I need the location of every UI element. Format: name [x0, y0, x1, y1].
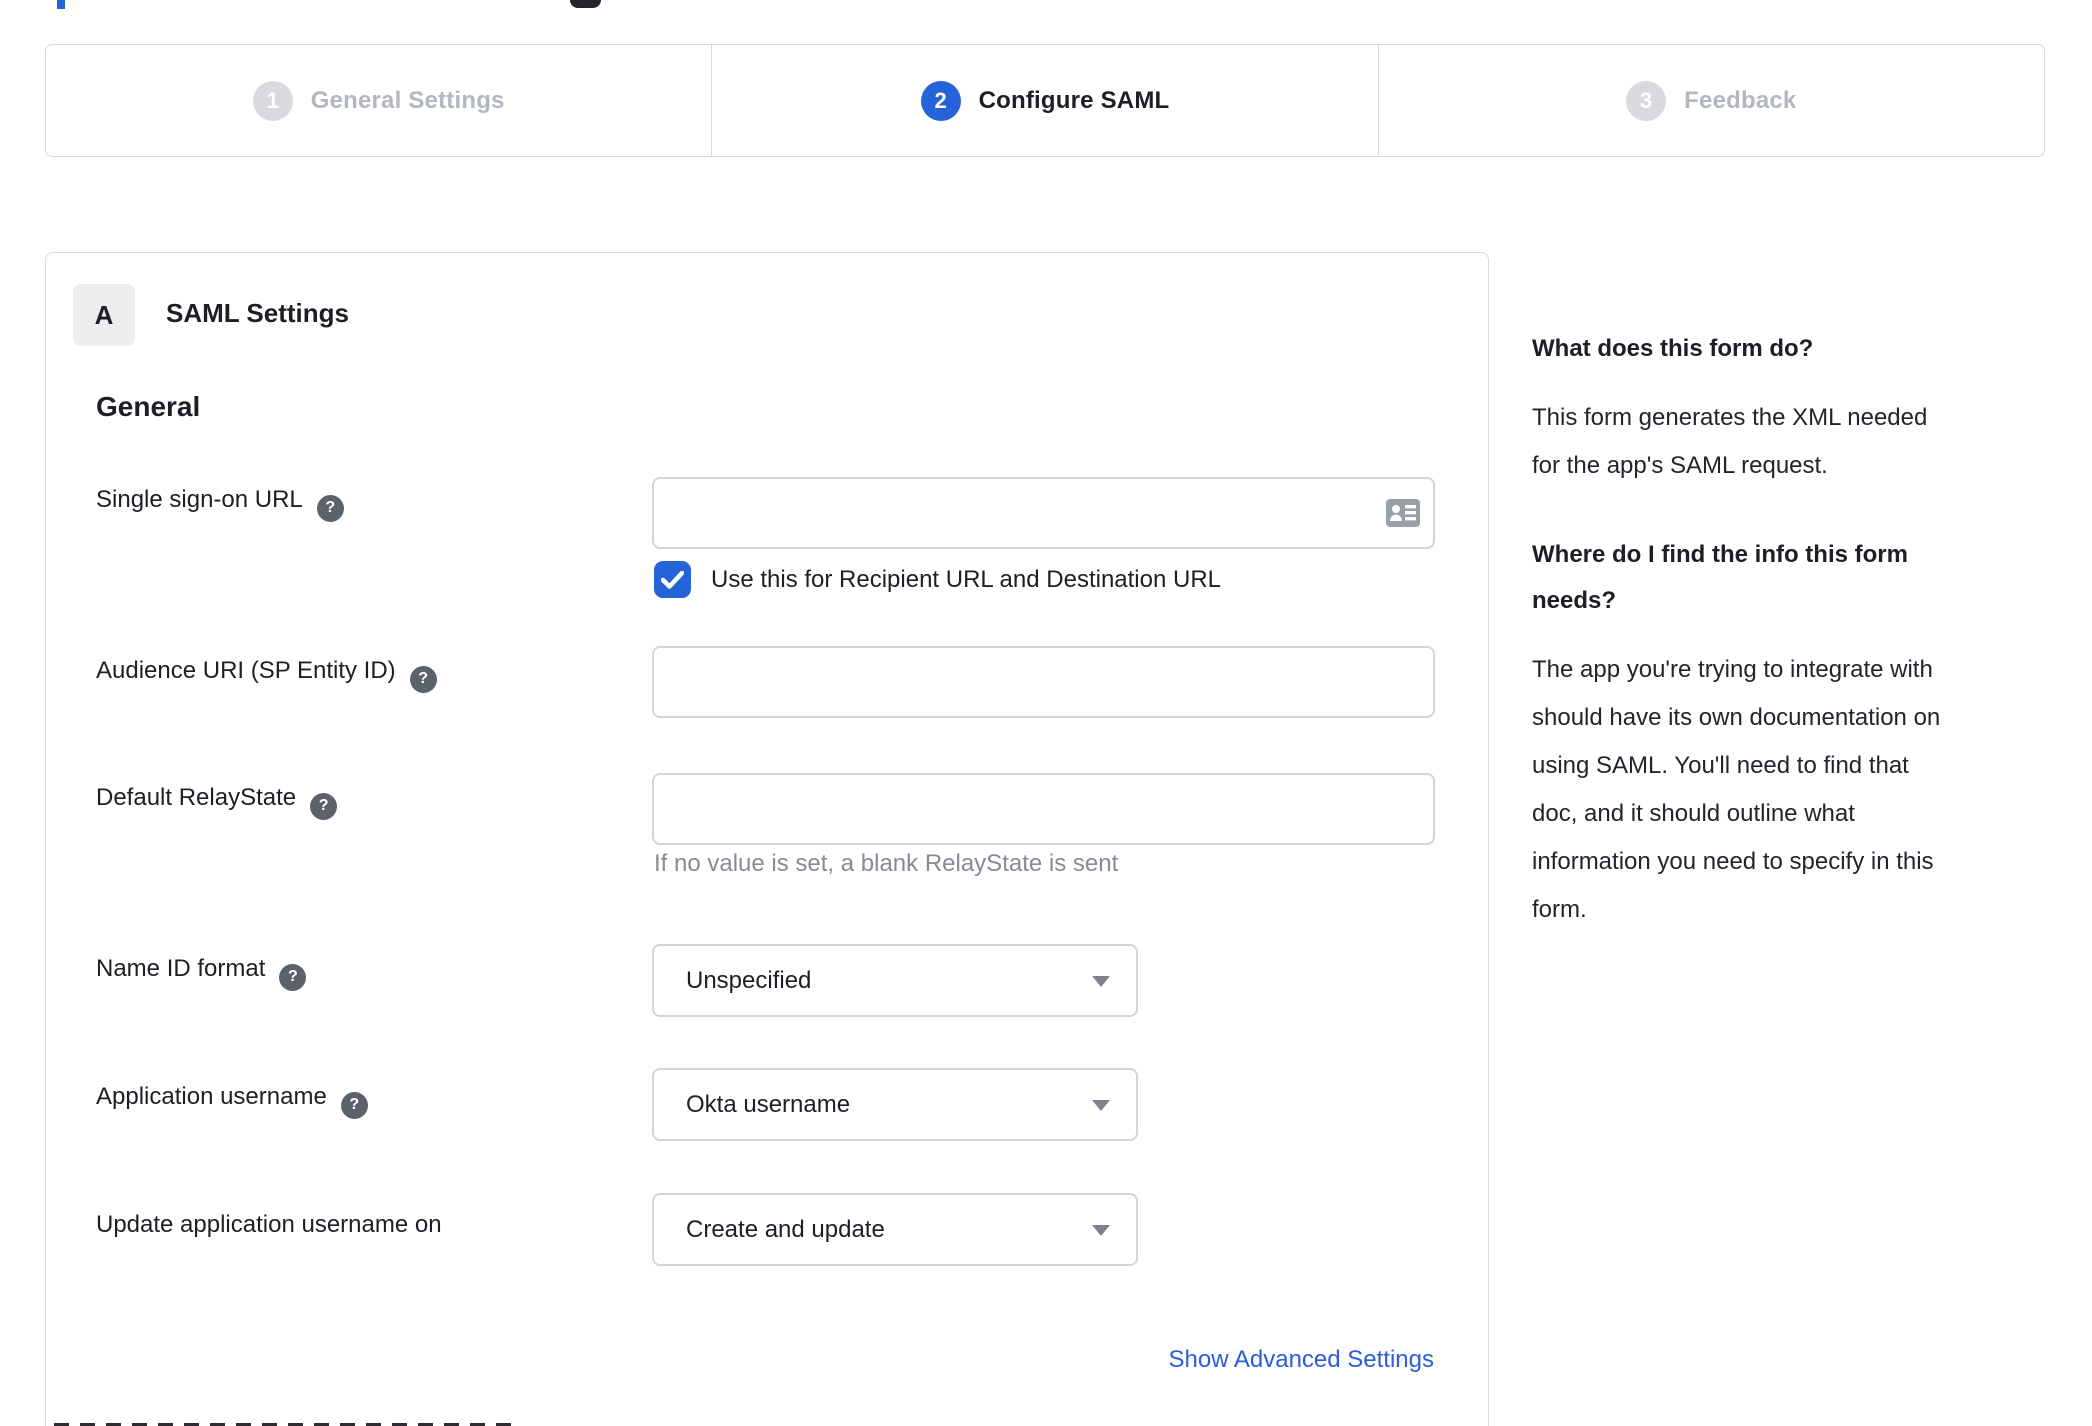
- saml-settings-panel: A SAML Settings General Single sign-on U…: [45, 252, 1489, 1426]
- name-id-format-value: Unspecified: [686, 966, 812, 994]
- step-1-label: General Settings: [310, 86, 505, 114]
- section-title: SAML Settings: [166, 298, 349, 328]
- application-username-label: Application username?: [96, 1083, 368, 1119]
- help-paragraph-1-line: This form generates the XML needed: [1532, 404, 1928, 431]
- help-heading-2-line: Where do I find the info this form: [1532, 541, 1908, 568]
- help-paragraph-2-line: form.: [1532, 896, 1587, 923]
- contact-card-icon[interactable]: [1386, 499, 1420, 532]
- chevron-down-icon: [1092, 975, 1110, 987]
- step-feedback[interactable]: 3 Feedback: [1377, 45, 2044, 156]
- cutoff-dark-icon-fragment: [570, 0, 601, 8]
- relay-state-label: Default RelayState?: [96, 784, 338, 820]
- relay-state-hint: If no value is set, a blank RelayState i…: [654, 850, 1119, 877]
- relay-state-help-icon[interactable]: ?: [310, 792, 338, 820]
- step-1-circle: 1: [252, 80, 293, 121]
- help-paragraph-2-line: should have its own documentation on: [1532, 704, 1941, 731]
- help-paragraph-2-line: using SAML. You'll need to find that: [1532, 752, 1909, 779]
- recipient-url-checkbox[interactable]: [654, 561, 691, 598]
- step-configure-saml[interactable]: 2 Configure SAML: [711, 45, 1377, 156]
- configure-saml-page: 1 General Settings 2 Configure SAML 3 Fe…: [0, 0, 2092, 1426]
- audience-uri-help-icon[interactable]: ?: [409, 665, 437, 693]
- general-group-title: General: [96, 391, 201, 422]
- name-id-format-label: Name ID format?: [96, 955, 307, 991]
- recipient-url-checkbox-label: Use this for Recipient URL and Destinati…: [711, 566, 1222, 593]
- application-username-value: Okta username: [686, 1090, 851, 1118]
- step-3-circle: 3: [1626, 80, 1667, 121]
- help-sidebar: What does this form do? This form genera…: [1532, 326, 2047, 934]
- checkmark-icon: [661, 570, 684, 589]
- name-id-format-help-icon[interactable]: ?: [279, 963, 307, 991]
- help-heading-2-line: needs?: [1532, 587, 1617, 614]
- sso-url-input[interactable]: [652, 477, 1435, 549]
- step-general-settings[interactable]: 1 General Settings: [46, 45, 711, 156]
- update-username-label: Update application username on: [96, 1211, 442, 1238]
- chevron-down-icon: [1092, 1099, 1110, 1111]
- audience-uri-label: Audience URI (SP Entity ID)?: [96, 657, 437, 693]
- relay-state-input[interactable]: [652, 773, 1435, 845]
- show-advanced-settings-link[interactable]: Show Advanced Settings: [1168, 1346, 1434, 1374]
- help-heading-1: What does this form do?: [1532, 335, 1814, 362]
- sso-url-help-icon[interactable]: ?: [316, 494, 344, 522]
- sso-url-label: Single sign-on URL?: [96, 486, 344, 522]
- update-username-value: Create and update: [686, 1215, 885, 1243]
- update-username-select[interactable]: Create and update: [652, 1193, 1138, 1266]
- help-paragraph-2-line: doc, and it should outline what: [1532, 800, 1855, 827]
- step-2-circle: 2: [920, 80, 961, 121]
- chevron-down-icon: [1092, 1224, 1110, 1236]
- step-3-label: Feedback: [1684, 86, 1797, 114]
- help-paragraph-2-line: information you need to specify in this: [1532, 848, 1934, 875]
- wizard-stepper: 1 General Settings 2 Configure SAML 3 Fe…: [45, 44, 2045, 157]
- name-id-format-select[interactable]: Unspecified: [652, 944, 1138, 1017]
- application-username-help-icon[interactable]: ?: [340, 1091, 368, 1119]
- step-2-label: Configure SAML: [978, 86, 1170, 114]
- section-a-badge: A: [73, 284, 135, 346]
- application-username-select[interactable]: Okta username: [652, 1068, 1138, 1141]
- cutoff-blue-fragment: [57, 0, 65, 9]
- help-paragraph-2-line: The app you're trying to integrate with: [1532, 656, 1933, 683]
- help-paragraph-1-line: for the app's SAML request.: [1532, 452, 1828, 479]
- audience-uri-input[interactable]: [652, 646, 1435, 718]
